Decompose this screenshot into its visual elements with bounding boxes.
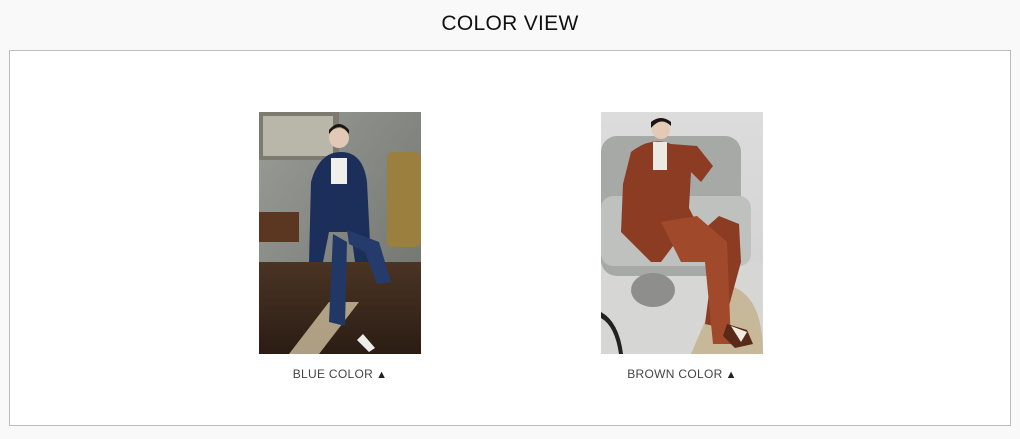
blue-color-label: BLUE COLOR: [292, 367, 374, 381]
brown-color-photo[interactable]: [601, 112, 763, 354]
color-option-blue[interactable]: BLUE COLOR ▲: [259, 112, 421, 381]
blue-color-caption[interactable]: BLUE COLOR ▲: [259, 367, 421, 381]
triangle-up-icon: ▲: [376, 369, 388, 381]
color-option-brown[interactable]: BROWN COLOR ▲: [601, 112, 763, 381]
brown-color-label: BROWN COLOR: [627, 367, 723, 381]
blue-color-photo[interactable]: [259, 112, 421, 354]
section-title: COLOR VIEW: [441, 12, 579, 35]
brown-color-caption[interactable]: BROWN COLOR ▲: [601, 367, 763, 381]
color-view-panel: BLUE COLOR ▲ BROWN COLOR ▲: [9, 50, 1011, 426]
triangle-up-icon: ▲: [725, 369, 737, 381]
